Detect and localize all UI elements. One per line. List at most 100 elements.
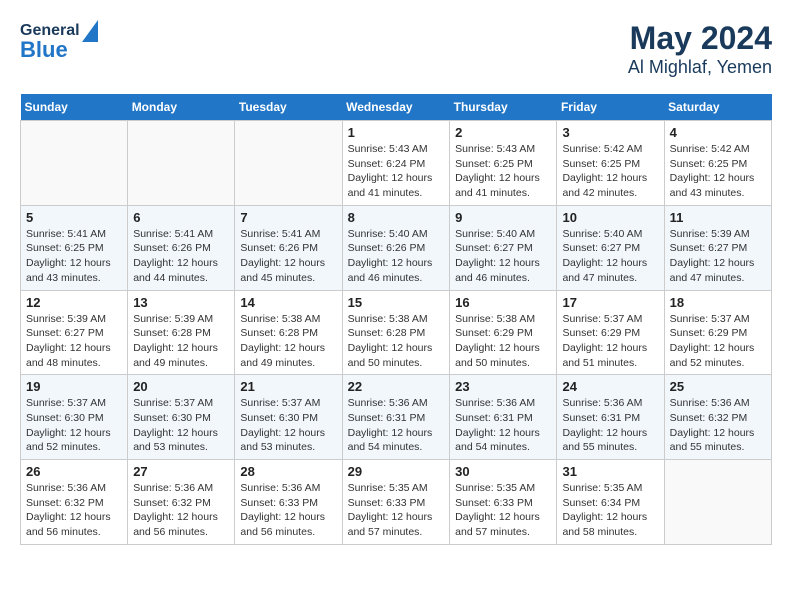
- calendar-header-thursday: Thursday: [450, 94, 557, 121]
- calendar-week-row: 5 Sunrise: 5:41 AM Sunset: 6:25 PM Daylig…: [21, 205, 772, 290]
- day-info: Sunrise: 5:40 AM Sunset: 6:26 PM Dayligh…: [348, 227, 445, 286]
- day-number: 16: [455, 295, 551, 310]
- calendar-cell: 7 Sunrise: 5:41 AM Sunset: 6:26 PM Daylig…: [235, 205, 342, 290]
- calendar-cell: 20 Sunrise: 5:37 AM Sunset: 6:30 PM Dayli…: [128, 375, 235, 460]
- day-number: 2: [455, 125, 551, 140]
- day-number: 9: [455, 210, 551, 225]
- calendar-cell: 18Sunrise: 5:37 AM Sunset: 6:29 PM Dayli…: [664, 290, 771, 375]
- day-info: Sunrise: 5:42 AM Sunset: 6:25 PM Dayligh…: [562, 142, 658, 201]
- title-area: May 2024 Al Mighlaf, Yemen: [628, 20, 772, 78]
- calendar-cell: 25 Sunrise: 5:36 AM Sunset: 6:32 PM Dayli…: [664, 375, 771, 460]
- calendar-cell: 6 Sunrise: 5:41 AM Sunset: 6:26 PM Daylig…: [128, 205, 235, 290]
- day-number: 31: [562, 464, 658, 479]
- calendar-cell: 13Sunrise: 5:39 AM Sunset: 6:28 PM Dayli…: [128, 290, 235, 375]
- day-number: 6: [133, 210, 229, 225]
- day-number: 11: [670, 210, 766, 225]
- day-info: Sunrise: 5:36 AM Sunset: 6:31 PM Dayligh…: [455, 396, 551, 455]
- day-number: 5: [26, 210, 122, 225]
- day-number: 22: [348, 379, 445, 394]
- day-info: Sunrise: 5:41 AM Sunset: 6:25 PM Dayligh…: [26, 227, 122, 286]
- calendar-cell: [21, 121, 128, 206]
- day-number: 3: [562, 125, 658, 140]
- day-number: 18: [670, 295, 766, 310]
- calendar-cell: 21 Sunrise: 5:37 AM Sunset: 6:30 PM Dayli…: [235, 375, 342, 460]
- calendar-header-friday: Friday: [557, 94, 664, 121]
- calendar-header-row: SundayMondayTuesdayWednesdayThursdayFrid…: [21, 94, 772, 121]
- calendar-header-saturday: Saturday: [664, 94, 771, 121]
- day-number: 7: [240, 210, 336, 225]
- day-info: Sunrise: 5:37 AM Sunset: 6:30 PM Dayligh…: [240, 396, 336, 455]
- calendar-header-monday: Monday: [128, 94, 235, 121]
- day-number: 4: [670, 125, 766, 140]
- month-title: May 2024: [628, 20, 772, 57]
- calendar-cell: 14Sunrise: 5:38 AM Sunset: 6:28 PM Dayli…: [235, 290, 342, 375]
- page-header: General Blue May 2024 Al Mighlaf, Yemen: [20, 20, 772, 78]
- calendar-header-sunday: Sunday: [21, 94, 128, 121]
- calendar-cell: 1 Sunrise: 5:43 AM Sunset: 6:24 PM Daylig…: [342, 121, 450, 206]
- day-info: Sunrise: 5:43 AM Sunset: 6:24 PM Dayligh…: [348, 142, 445, 201]
- calendar-table: SundayMondayTuesdayWednesdayThursdayFrid…: [20, 94, 772, 545]
- location-title: Al Mighlaf, Yemen: [628, 57, 772, 78]
- day-info: Sunrise: 5:36 AM Sunset: 6:31 PM Dayligh…: [562, 396, 658, 455]
- calendar-week-row: 1 Sunrise: 5:43 AM Sunset: 6:24 PM Daylig…: [21, 121, 772, 206]
- day-info: Sunrise: 5:37 AM Sunset: 6:30 PM Dayligh…: [133, 396, 229, 455]
- calendar-cell: 5 Sunrise: 5:41 AM Sunset: 6:25 PM Daylig…: [21, 205, 128, 290]
- day-number: 23: [455, 379, 551, 394]
- day-number: 25: [670, 379, 766, 394]
- calendar-cell: 3 Sunrise: 5:42 AM Sunset: 6:25 PM Daylig…: [557, 121, 664, 206]
- day-info: Sunrise: 5:40 AM Sunset: 6:27 PM Dayligh…: [455, 227, 551, 286]
- day-number: 12: [26, 295, 122, 310]
- day-number: 29: [348, 464, 445, 479]
- day-number: 15: [348, 295, 445, 310]
- day-info: Sunrise: 5:38 AM Sunset: 6:29 PM Dayligh…: [455, 312, 551, 371]
- day-info: Sunrise: 5:36 AM Sunset: 6:32 PM Dayligh…: [133, 481, 229, 540]
- calendar-cell: 24 Sunrise: 5:36 AM Sunset: 6:31 PM Dayli…: [557, 375, 664, 460]
- day-number: 28: [240, 464, 336, 479]
- day-info: Sunrise: 5:37 AM Sunset: 6:29 PM Dayligh…: [562, 312, 658, 371]
- day-info: Sunrise: 5:39 AM Sunset: 6:28 PM Dayligh…: [133, 312, 229, 371]
- day-info: Sunrise: 5:36 AM Sunset: 6:31 PM Dayligh…: [348, 396, 445, 455]
- day-number: 21: [240, 379, 336, 394]
- day-number: 30: [455, 464, 551, 479]
- day-number: 20: [133, 379, 229, 394]
- calendar-cell: [128, 121, 235, 206]
- day-number: 19: [26, 379, 122, 394]
- day-number: 17: [562, 295, 658, 310]
- day-number: 10: [562, 210, 658, 225]
- calendar-cell: 4 Sunrise: 5:42 AM Sunset: 6:25 PM Daylig…: [664, 121, 771, 206]
- calendar-cell: 29 Sunrise: 5:35 AM Sunset: 6:33 PM Dayli…: [342, 460, 450, 545]
- day-info: Sunrise: 5:36 AM Sunset: 6:32 PM Dayligh…: [670, 396, 766, 455]
- calendar-cell: [664, 460, 771, 545]
- calendar-week-row: 26 Sunrise: 5:36 AM Sunset: 6:32 PM Dayli…: [21, 460, 772, 545]
- day-number: 1: [348, 125, 445, 140]
- day-info: Sunrise: 5:43 AM Sunset: 6:25 PM Dayligh…: [455, 142, 551, 201]
- day-info: Sunrise: 5:38 AM Sunset: 6:28 PM Dayligh…: [240, 312, 336, 371]
- day-info: Sunrise: 5:41 AM Sunset: 6:26 PM Dayligh…: [133, 227, 229, 286]
- calendar-cell: 23 Sunrise: 5:36 AM Sunset: 6:31 PM Dayli…: [450, 375, 557, 460]
- calendar-cell: 16 Sunrise: 5:38 AM Sunset: 6:29 PM Dayli…: [450, 290, 557, 375]
- calendar-cell: 22 Sunrise: 5:36 AM Sunset: 6:31 PM Dayli…: [342, 375, 450, 460]
- calendar-cell: 10 Sunrise: 5:40 AM Sunset: 6:27 PM Dayli…: [557, 205, 664, 290]
- calendar-cell: 11 Sunrise: 5:39 AM Sunset: 6:27 PM Dayli…: [664, 205, 771, 290]
- logo: General Blue: [20, 20, 98, 62]
- day-number: 27: [133, 464, 229, 479]
- day-info: Sunrise: 5:39 AM Sunset: 6:27 PM Dayligh…: [26, 312, 122, 371]
- calendar-cell: 19Sunrise: 5:37 AM Sunset: 6:30 PM Dayli…: [21, 375, 128, 460]
- day-number: 8: [348, 210, 445, 225]
- day-number: 24: [562, 379, 658, 394]
- day-info: Sunrise: 5:40 AM Sunset: 6:27 PM Dayligh…: [562, 227, 658, 286]
- day-info: Sunrise: 5:41 AM Sunset: 6:26 PM Dayligh…: [240, 227, 336, 286]
- calendar-cell: 9 Sunrise: 5:40 AM Sunset: 6:27 PM Daylig…: [450, 205, 557, 290]
- logo-blue-text: Blue: [20, 38, 98, 62]
- day-info: Sunrise: 5:35 AM Sunset: 6:33 PM Dayligh…: [348, 481, 445, 540]
- calendar-cell: 12 Sunrise: 5:39 AM Sunset: 6:27 PM Dayli…: [21, 290, 128, 375]
- day-number: 26: [26, 464, 122, 479]
- calendar-cell: 2 Sunrise: 5:43 AM Sunset: 6:25 PM Daylig…: [450, 121, 557, 206]
- calendar-cell: 26Sunrise: 5:36 AM Sunset: 6:32 PM Dayli…: [21, 460, 128, 545]
- calendar-cell: 27 Sunrise: 5:36 AM Sunset: 6:32 PM Dayli…: [128, 460, 235, 545]
- day-info: Sunrise: 5:35 AM Sunset: 6:34 PM Dayligh…: [562, 481, 658, 540]
- day-info: Sunrise: 5:42 AM Sunset: 6:25 PM Dayligh…: [670, 142, 766, 201]
- day-info: Sunrise: 5:39 AM Sunset: 6:27 PM Dayligh…: [670, 227, 766, 286]
- day-info: Sunrise: 5:35 AM Sunset: 6:33 PM Dayligh…: [455, 481, 551, 540]
- calendar-cell: 31 Sunrise: 5:35 AM Sunset: 6:34 PM Dayli…: [557, 460, 664, 545]
